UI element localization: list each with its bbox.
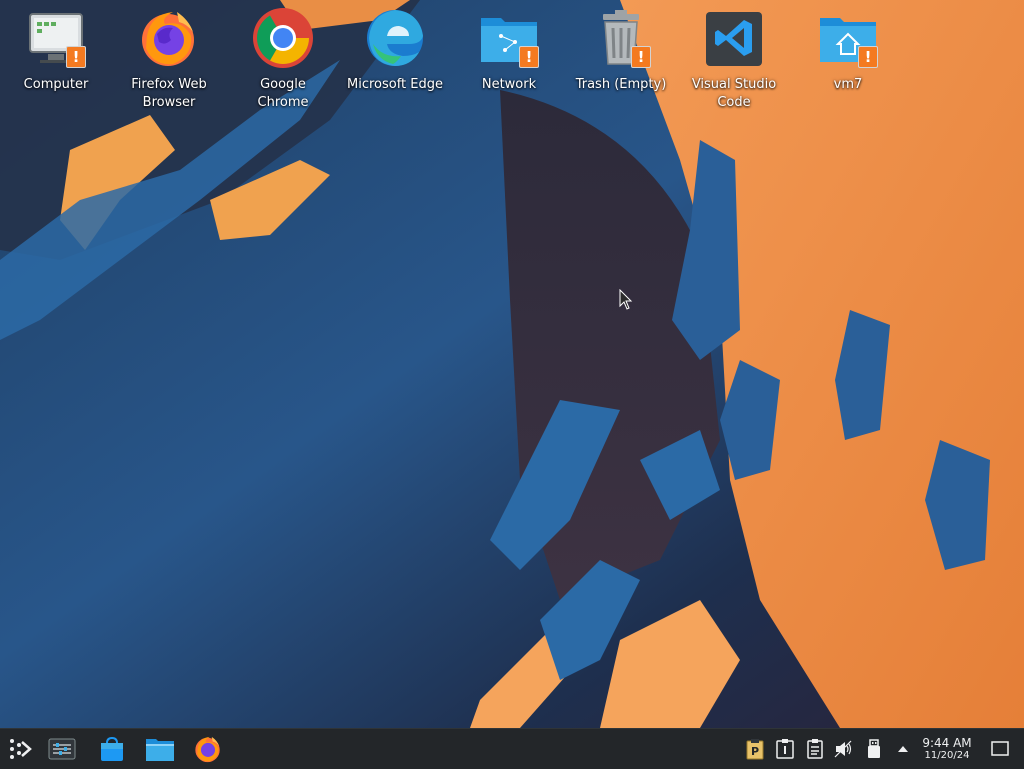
desktop-icon-label: vm7 [833,77,863,92]
firefox-taskbar-button[interactable] [192,733,224,765]
clipboard-manager-tray-icon[interactable]: P [744,738,766,760]
desktop-icon-firefox[interactable]: Firefox Web Browser [119,6,219,112]
application-launcher-button[interactable] [4,733,36,765]
notes-icon [776,739,794,759]
application-launcher-icon [10,739,32,759]
desktop-icon-label: Visual Studio Code [691,77,777,110]
volume-muted-icon [834,740,852,758]
desktop-icon-network[interactable]: ! Network [459,6,559,94]
show-hidden-icons-button[interactable] [892,738,914,760]
edge-icon [363,6,427,70]
system-settings-button[interactable] [46,733,78,765]
desktop-icon-label: Google Chrome [257,77,309,110]
show-hidden-tray-icon [898,746,908,752]
clipboard-tray-icon[interactable] [804,738,826,760]
warning-badge: ! [66,46,86,68]
desktop-icon-label: Trash (Empty) [575,77,667,92]
firefox-icon [195,736,220,763]
discover-store-icon [101,736,123,761]
desktop-icon-vm7-home[interactable]: ! vm7 [798,6,898,94]
file-manager-icon [146,739,174,761]
desktop-icon-microsoft-edge[interactable]: Microsoft Edge [345,6,445,94]
desktop-icon-label: Firefox Web Browser [131,77,207,110]
show-desktop-button[interactable] [989,738,1011,760]
desktop-icon-label: Network [481,77,537,92]
discover-store-button[interactable] [96,733,128,765]
trash-icon: ! [589,6,653,70]
clipboard-icon [807,739,823,759]
desktop-icon-google-chrome[interactable]: Google Chrome [233,6,333,112]
network-folder-icon: ! [477,6,541,70]
warning-badge: ! [519,46,539,68]
usb-device-icon [868,739,880,758]
svg-text:P: P [751,745,759,758]
taskbar: P 9:44 AM 11/20/24 [0,728,1024,769]
warning-badge: ! [631,46,651,68]
notes-tray-icon[interactable] [774,738,796,760]
desktop-icon-trash[interactable]: ! Trash (Empty) [571,6,671,94]
clock-time: 9:44 AM [922,736,972,750]
show-desktop-icon [991,741,1009,756]
desktop-icon-visual-studio-code[interactable]: Visual Studio Code [684,6,784,112]
mouse-pointer-icon [619,289,633,310]
digital-clock[interactable]: 9:44 AM 11/20/24 [916,736,978,762]
desktop-icon-computer[interactable]: ! Computer [6,6,106,94]
usb-device-tray-icon[interactable] [863,738,885,760]
volume-tray-icon[interactable] [833,738,855,760]
desktop[interactable]: ! Computer Firefox Web Browser Google Ch… [0,0,1024,728]
vscode-icon [702,6,766,70]
chrome-icon [251,6,315,70]
computer-icon: ! [24,6,88,70]
desktop-icon-grid: ! Computer Firefox Web Browser Google Ch… [0,0,1024,130]
clipboard-manager-icon: P [746,739,764,760]
firefox-icon [137,6,201,70]
desktop-icon-label: Microsoft Edge [346,77,443,92]
desktop-icon-label: Computer [23,77,89,92]
home-folder-icon: ! [816,6,880,70]
clock-date: 11/20/24 [924,750,970,761]
system-settings-icon [48,738,76,760]
file-manager-button[interactable] [144,733,176,765]
warning-badge: ! [858,46,878,68]
